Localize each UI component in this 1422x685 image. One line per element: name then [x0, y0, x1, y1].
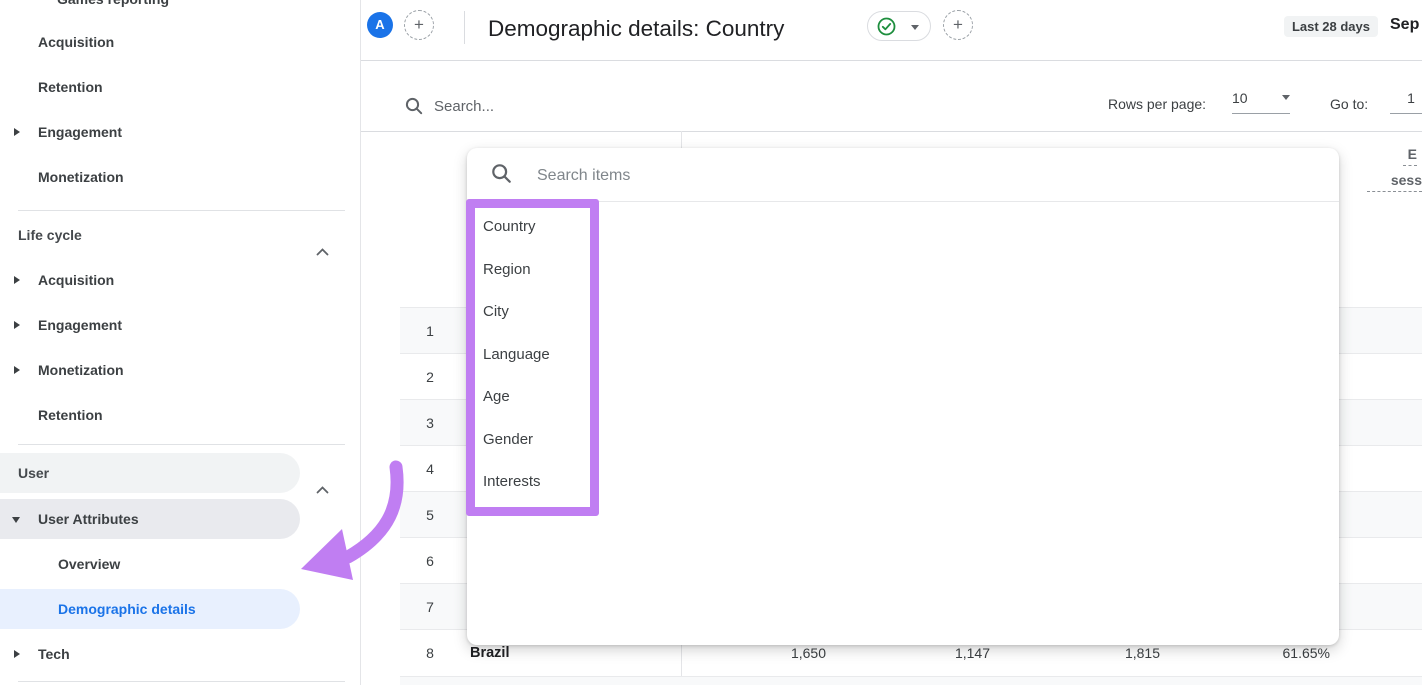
sidebar-divider: [18, 210, 345, 211]
sidebar-item-retention[interactable]: Retention: [0, 67, 340, 107]
sidebar-item-demographic-details[interactable]: Demographic details: [0, 589, 340, 629]
sidebar-item-acquisition[interactable]: Acquisition: [0, 22, 340, 62]
chevron-down-icon: [1282, 95, 1290, 100]
go-to-input[interactable]: 1: [1390, 90, 1422, 114]
check-circle-icon: [877, 17, 896, 41]
rows-per-page-select[interactable]: 10: [1232, 90, 1290, 114]
dimension-option-language[interactable]: Language: [483, 334, 643, 376]
date-range-button[interactable]: Sep: [1390, 0, 1419, 50]
sidebar-border: [360, 0, 361, 685]
chevron-down-icon: [911, 25, 919, 30]
section-header-life-cycle[interactable]: Life cycle: [0, 215, 340, 255]
page-title: Demographic details: Country: [488, 0, 784, 58]
search-icon: [405, 97, 423, 120]
dimension-option-region[interactable]: Region: [483, 249, 643, 291]
dimension-option-age[interactable]: Age: [483, 376, 643, 418]
column-header-engaged-sessions[interactable]: E: [1403, 146, 1417, 166]
dimension-option-country[interactable]: Country: [483, 206, 643, 248]
sidebar-item-user-attributes[interactable]: User Attributes: [0, 499, 340, 539]
dropdown-divider: [467, 201, 1339, 202]
chevron-right-icon: [14, 321, 20, 329]
sidebar-item-lc-retention[interactable]: Retention: [0, 395, 340, 435]
sidebar-divider: [18, 681, 345, 682]
dimension-search-input[interactable]: [537, 162, 937, 190]
chevron-right-icon: [14, 276, 20, 284]
sidebar-divider: [18, 444, 345, 445]
chevron-right-icon: [14, 366, 20, 374]
avatar[interactable]: A: [367, 12, 393, 38]
header-divider: [464, 11, 465, 44]
dimension-option-city[interactable]: City: [483, 291, 643, 333]
table-row: [400, 676, 1422, 685]
search-input[interactable]: [434, 92, 754, 120]
sidebar-item-monetization[interactable]: Monetization: [0, 157, 340, 197]
search-icon: [491, 163, 512, 189]
toolbar-border: [360, 131, 1422, 132]
sidebar-item-overview[interactable]: Overview: [0, 544, 340, 584]
dimension-option-interests[interactable]: Interests: [483, 461, 643, 503]
data-quality-button[interactable]: [867, 11, 931, 41]
add-report-button[interactable]: +: [943, 10, 973, 40]
section-header-user-row[interactable]: User: [0, 453, 340, 493]
dimension-option-gender[interactable]: Gender: [483, 419, 643, 461]
chevron-down-icon: [12, 517, 20, 523]
column-header-engaged-sessions[interactable]: sess: [1367, 172, 1422, 192]
sidebar-item-lc-acquisition[interactable]: Acquisition: [0, 260, 340, 300]
go-to-label: Go to:: [1330, 96, 1368, 112]
sidebar-item-engagement[interactable]: Engagement: [0, 112, 340, 152]
chevron-right-icon: [14, 650, 20, 658]
sidebar-item-games-reporting[interactable]: Games reporting: [57, 0, 169, 7]
rows-per-page-label: Rows per page:: [1108, 96, 1206, 112]
sidebar-item-lc-monetization[interactable]: Monetization: [0, 350, 340, 390]
date-range-label[interactable]: Last 28 days: [1284, 16, 1378, 37]
chevron-right-icon: [14, 128, 20, 136]
sidebar-item-tech[interactable]: Tech: [0, 634, 340, 674]
sidebar: Games reporting Acquisition Retention En…: [0, 0, 360, 685]
app-header: A + Demographic details: Country + Last …: [360, 0, 1422, 61]
dimension-picker-dropdown: Country Region City Language Age Gender …: [467, 148, 1339, 645]
sidebar-item-lc-engagement[interactable]: Engagement: [0, 305, 340, 345]
add-comparison-button[interactable]: +: [404, 10, 434, 40]
